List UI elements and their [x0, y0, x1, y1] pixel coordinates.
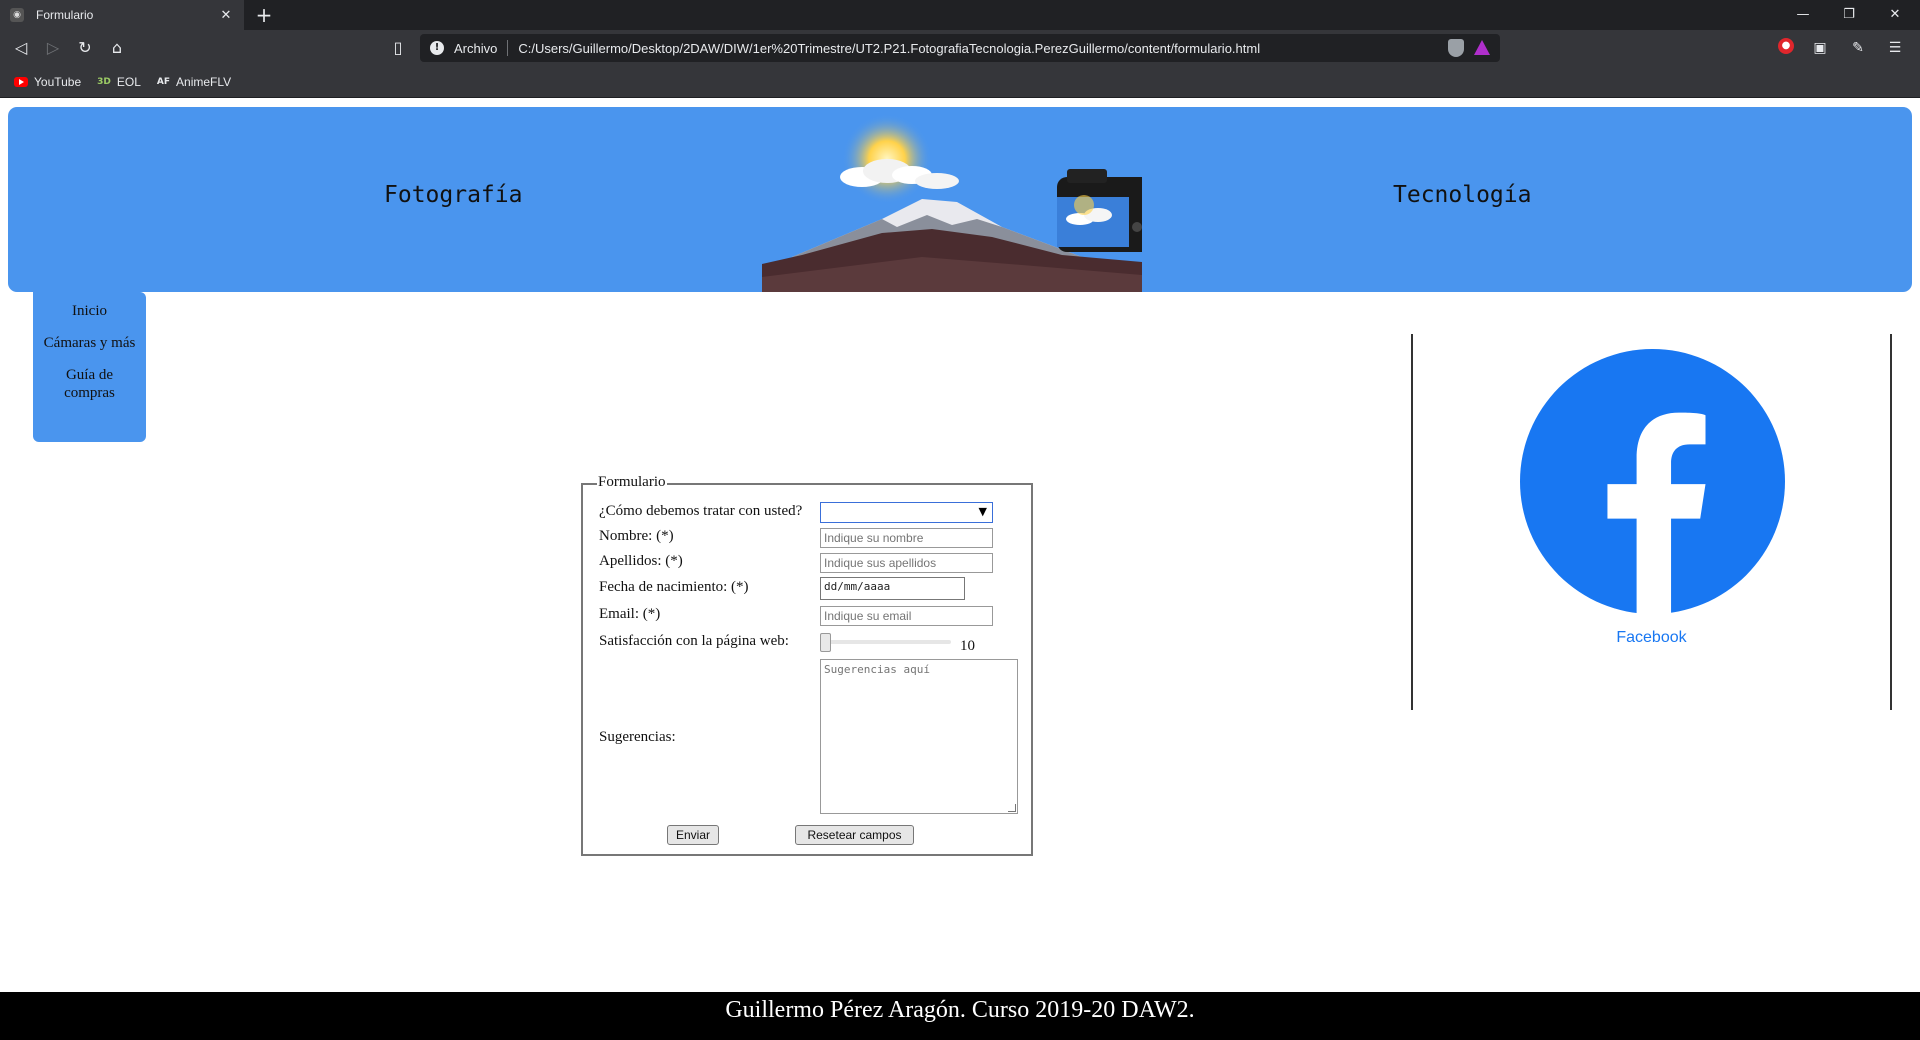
birthdate-label: Fecha de nacimiento: (*) — [599, 579, 749, 595]
contact-form: Formulario ¿Cómo debemos tratar con uste… — [581, 474, 1033, 856]
suggestions-textarea[interactable]: Sugerencias aquí — [820, 659, 1018, 814]
email-label: Email: (*) — [599, 606, 661, 622]
brave-rewards-icon[interactable] — [1474, 40, 1490, 55]
address-bar[interactable]: ! Archivo C:/Users/Guillermo/Desktop/2DA… — [420, 34, 1500, 62]
surname-label: Apellidos: (*) — [599, 553, 683, 569]
scheme-label: Archivo — [454, 40, 498, 56]
suggestions-placeholder: Sugerencias aquí — [824, 663, 930, 676]
back-icon[interactable]: ◁ — [8, 35, 34, 61]
bookmark-eol[interactable]: 3D EOL — [97, 75, 141, 89]
browser-tab[interactable]: ◉ Formulario ✕ — [0, 0, 244, 30]
satisfaction-label: Satisfacción con la página web: — [599, 633, 789, 649]
header-banner-image — [762, 114, 1142, 292]
reload-icon[interactable]: ↻ — [72, 35, 98, 61]
treatment-label: ¿Cómo debemos tratar con usted? — [599, 503, 803, 519]
surname-input[interactable]: Indique sus apellidos — [820, 553, 993, 573]
birthdate-input[interactable]: dd/mm/aaaa — [820, 577, 965, 600]
facebook-link[interactable]: Facebook — [1413, 629, 1890, 647]
restore-icon[interactable]: ❐ — [1826, 0, 1872, 30]
browser-toolbar: ◁ ▷ ↻ ⌂ ▯ ! Archivo C:/Users/Guillermo/D… — [0, 30, 1920, 66]
social-aside: Facebook — [1411, 334, 1892, 710]
name-label: Nombre: (*) — [599, 528, 674, 544]
submit-button[interactable]: Enviar — [667, 825, 719, 845]
animeflv-icon: AF — [156, 76, 171, 87]
suggestions-label: Sugerencias: — [599, 729, 676, 745]
tab-title: Formulario — [36, 8, 94, 22]
header-title-photography[interactable]: Fotografía — [384, 182, 522, 208]
camera-icon — [1057, 169, 1142, 252]
extension-record-icon[interactable]: ● — [1778, 38, 1794, 54]
nav-link-guia[interactable]: Guía de compras — [33, 366, 146, 402]
name-input[interactable]: Indique su nombre — [820, 528, 993, 548]
satisfaction-slider-thumb[interactable] — [820, 633, 831, 652]
facebook-icon[interactable] — [1520, 349, 1785, 614]
url-text[interactable]: C:/Users/Guillermo/Desktop/2DAW/DIW/1er%… — [518, 41, 1260, 56]
page-content: Fotografía Tecnología Inicio Cámaras y m… — [0, 99, 1920, 1040]
form-legend: Formulario — [597, 474, 667, 491]
bookmark-label: YouTube — [34, 74, 82, 89]
site-footer: Guillermo Pérez Aragón. Curso 2019-20 DA… — [0, 992, 1920, 1040]
satisfaction-value: 10 — [960, 638, 975, 654]
treatment-select[interactable]: ▼ — [820, 502, 993, 523]
resize-grip-icon[interactable] — [1008, 804, 1016, 812]
extension-edit-icon[interactable]: ✎ — [1848, 38, 1868, 58]
bookmark-animeflv[interactable]: AF AnimeFLV — [157, 75, 231, 89]
tab-strip: ◉ Formulario ✕ + — ❐ ✕ — [0, 0, 1920, 30]
email-input[interactable]: Indique su email — [820, 606, 993, 626]
bookmark-icon[interactable]: ▯ — [385, 35, 411, 61]
home-icon[interactable]: ⌂ — [104, 35, 130, 61]
header-title-technology[interactable]: Tecnología — [1393, 182, 1531, 208]
menu-icon[interactable]: ☰ — [1885, 38, 1905, 58]
nav-link-camaras[interactable]: Cámaras y más — [33, 334, 146, 352]
bookmark-label: AnimeFLV — [176, 74, 232, 89]
reset-button[interactable]: Resetear campos — [795, 825, 914, 845]
bookmark-label: EOL — [116, 74, 141, 89]
page-favicon-icon: ◉ — [10, 8, 24, 22]
chevron-down-icon: ▼ — [978, 505, 987, 518]
youtube-icon — [14, 76, 28, 87]
close-tab-icon[interactable]: ✕ — [218, 8, 234, 23]
new-tab-icon[interactable]: + — [252, 3, 276, 27]
eol-icon: 3D — [97, 76, 111, 87]
nav-link-inicio[interactable]: Inicio — [33, 302, 146, 320]
divider — [507, 40, 509, 56]
footer-text: Guillermo Pérez Aragón. Curso 2019-20 DA… — [725, 997, 1195, 1023]
minimize-icon[interactable]: — — [1780, 0, 1826, 30]
forward-icon[interactable]: ▷ — [40, 35, 66, 61]
bookmark-youtube[interactable]: YouTube — [14, 75, 81, 89]
site-info-icon[interactable]: ! — [430, 41, 444, 55]
close-window-icon[interactable]: ✕ — [1872, 0, 1918, 30]
brave-shield-icon[interactable] — [1448, 39, 1464, 57]
bookmarks-bar: YouTube 3D EOL AF AnimeFLV — [0, 66, 1920, 98]
extension-reader-icon[interactable]: ▣ — [1810, 38, 1830, 58]
side-navigation: Inicio Cámaras y más Guía de compras — [33, 292, 146, 442]
satisfaction-slider-track[interactable] — [820, 640, 951, 644]
